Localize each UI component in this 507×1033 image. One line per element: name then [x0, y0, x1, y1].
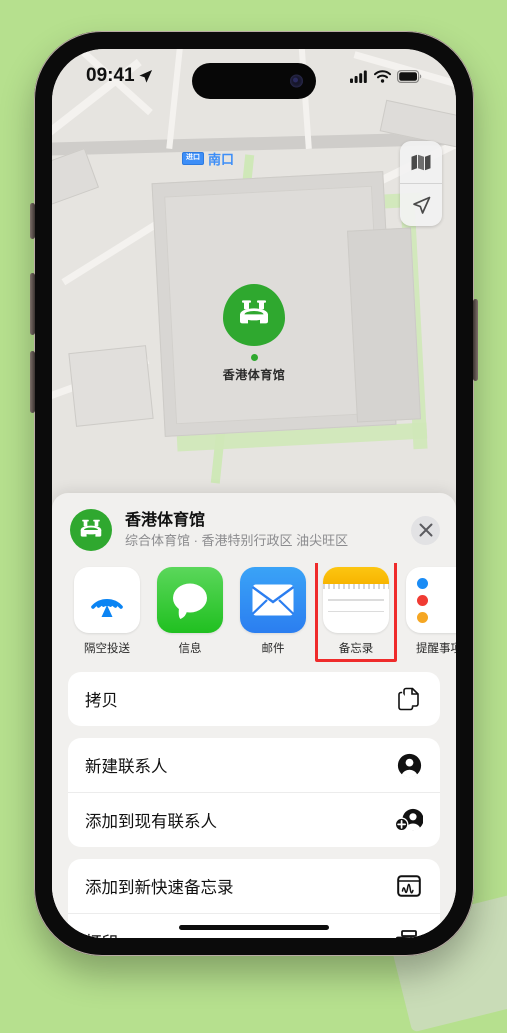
close-button[interactable]: [411, 515, 440, 545]
new-contact-icon: [395, 751, 423, 779]
location-arrow-icon: [139, 69, 152, 83]
share-app-messages[interactable]: 信息: [157, 567, 223, 656]
phone-frame: 进口 南口 香港体育馆 09:41 香港体育馆 综合体育馆 · 香港特别行政区 …: [30, 31, 478, 956]
wifi-icon: [374, 69, 391, 83]
share-sheet-text: 香港体育馆 综合体育馆 · 香港特别行政区 油尖旺区: [125, 511, 411, 549]
action-row-add-existing-contact[interactable]: 添加到现有联系人: [68, 792, 440, 847]
share-app-mail[interactable]: 邮件: [240, 567, 306, 656]
map-controls: [400, 141, 442, 226]
close-icon: [419, 523, 432, 537]
map-pin-anchor-dot: [250, 354, 258, 361]
action-group-copy: 拷贝: [68, 672, 440, 726]
locate-me-icon: [412, 196, 430, 214]
share-app-reminders[interactable]: 提醒事项: [406, 567, 456, 656]
battery-full-icon: [397, 69, 422, 83]
copy-icon: [395, 685, 423, 713]
share-app-label: 提醒事项: [416, 643, 456, 655]
notes-icon-perforation: [323, 584, 389, 589]
share-sheet-avatar: [70, 509, 112, 551]
notes-icon-line: [328, 610, 384, 612]
map-pin-group[interactable]: 香港体育馆: [52, 284, 456, 383]
entrance-label-text: 南口: [208, 152, 235, 167]
action-label: 添加到现有联系人: [85, 813, 217, 831]
status-indicators: [350, 69, 422, 83]
stadium-icon: [80, 519, 102, 537]
share-app-notes[interactable]: 备忘录: [315, 563, 397, 662]
reminders-dot-blue: [417, 577, 428, 589]
action-row-quick-note[interactable]: 添加到新快速备忘录: [68, 859, 440, 913]
share-sheet-subtitle: 综合体育馆 · 香港特别行政区 油尖旺区: [125, 532, 349, 548]
notes-icon: [323, 567, 389, 633]
phone-screen: 进口 南口 香港体育馆 09:41 香港体育馆 综合体育馆 · 香港特别行政区 …: [52, 49, 456, 938]
map-road: [52, 131, 456, 156]
stadium-icon: [240, 300, 268, 324]
reminders-dot-orange: [417, 611, 428, 623]
action-label: 拷贝: [85, 692, 118, 710]
messages-icon: [157, 567, 223, 633]
share-app-airdrop[interactable]: 隔空投送: [74, 567, 140, 656]
mute-switch[interactable]: [30, 203, 35, 239]
map-pin-label: 香港体育馆: [222, 368, 286, 382]
locate-me-button[interactable]: [400, 184, 442, 226]
share-apps-row: 隔空投送 信息 邮件 备忘录 提醒事: [52, 563, 456, 666]
reminders-icon: [406, 567, 456, 633]
action-row-copy[interactable]: 拷贝: [68, 672, 440, 726]
action-label: 新建联系人: [85, 758, 168, 776]
action-row-new-contact[interactable]: 新建联系人: [68, 738, 440, 792]
airdrop-icon: [74, 567, 140, 633]
notes-icon-header: [323, 567, 389, 584]
share-app-label: 信息: [178, 643, 202, 655]
volume-down-button[interactable]: [30, 351, 35, 413]
map-layers-icon: [411, 154, 431, 170]
share-app-label: 备忘录: [338, 643, 374, 655]
map-layers-button[interactable]: [400, 141, 442, 183]
status-time: 09:41: [86, 65, 135, 86]
share-app-label: 隔空投送: [84, 643, 130, 655]
share-sheet: 香港体育馆 综合体育馆 · 香港特别行政区 油尖旺区 隔空投送 信息 邮件 备忘…: [52, 493, 456, 938]
map-pin[interactable]: [223, 284, 285, 346]
add-to-contact-icon: [395, 806, 423, 834]
entrance-badge: 进口: [182, 152, 204, 165]
power-button[interactable]: [473, 299, 478, 381]
reminders-dot-red: [417, 594, 428, 606]
printer-icon: [395, 927, 423, 938]
home-indicator[interactable]: [179, 925, 329, 930]
dynamic-island: [192, 63, 316, 99]
action-label: 添加到新快速备忘录: [85, 879, 234, 897]
mail-icon: [240, 567, 306, 633]
share-app-label: 邮件: [261, 643, 285, 655]
front-camera-icon: [290, 74, 303, 88]
map-entrance-label[interactable]: 进口 南口: [182, 149, 234, 168]
action-label: 打印: [85, 929, 118, 938]
share-actions-list: 拷贝 新建联系人 添加到现有联系人 添加到新快速备忘录: [52, 666, 456, 938]
notes-icon-line: [328, 599, 384, 601]
share-sheet-header: 香港体育馆 综合体育馆 · 香港特别行政区 油尖旺区: [52, 493, 456, 563]
quick-note-icon: [395, 872, 423, 900]
share-sheet-title: 香港体育馆: [125, 511, 206, 529]
volume-up-button[interactable]: [30, 273, 35, 335]
map-building: [52, 147, 100, 213]
status-time-group: 09:41: [86, 65, 153, 87]
cellular-signal-icon: [350, 70, 367, 83]
action-group-contacts: 新建联系人 添加到现有联系人: [68, 738, 440, 847]
